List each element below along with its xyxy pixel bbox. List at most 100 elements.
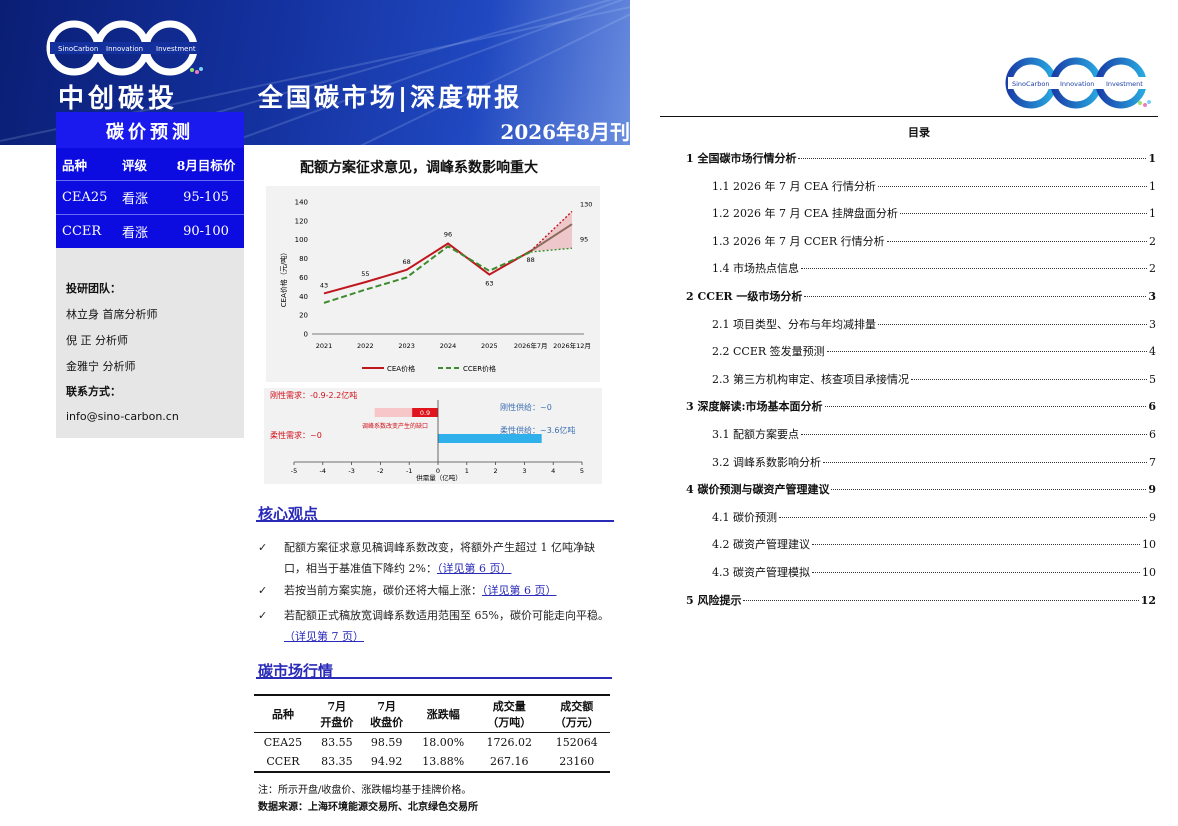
core-point-text: 若配额正式稿放宽调峰系数适用范围至 65%，碳价可能走向平稳。 [284, 609, 609, 622]
toc-entry-page: 4 [1149, 345, 1156, 359]
toc-entry-page: 10 [1142, 566, 1156, 579]
issue-date: 2026年8月刊 [500, 120, 630, 144]
core-point-link[interactable]: （详见第 7 页） [284, 630, 364, 643]
toc-entry-page: 5 [1149, 372, 1156, 386]
core-point: ✓ 若按当前方案实施，碳价还将大幅上涨：（详见第 6 页） [258, 580, 614, 601]
market-cell: 98.59 [370, 736, 403, 749]
x-tick-label: 2022 [357, 342, 374, 350]
rating-target: 90-100 [183, 224, 229, 239]
rating-row: CEA25 看涨 95-105 [56, 181, 244, 215]
toc-leader [812, 544, 1140, 546]
team-member: 金雅宁 分析师 [66, 360, 136, 373]
x-tick-label: 2025 [481, 342, 498, 350]
rating-header-product: 品种 [62, 157, 88, 173]
toc-entry[interactable]: 1.1 2026 年 7 月 CEA 行情分析 1 [712, 178, 1156, 194]
rigid-demand-label: 刚性需求：-0.9-2.2亿吨 [270, 390, 357, 400]
toc-leader [878, 323, 1147, 325]
market-cell: CCER [266, 755, 300, 768]
toc-entry[interactable]: 1.3 2026 年 7 月 CCER 行情分析 2 [712, 233, 1156, 249]
y-tick-label: 40 [299, 293, 308, 301]
market-header: 涨跌幅 [411, 696, 475, 733]
toc-leader [798, 158, 1147, 159]
toc-entry[interactable]: 4 碳价预测与碳资产管理建议 9 [686, 481, 1156, 497]
section-label-box: 碳价预测 [56, 112, 244, 148]
core-point-text: 若按当前方案实施，碳价还将大幅上涨： [284, 584, 482, 597]
rating-header-row: 品种 评级 8月目标价 [56, 148, 244, 181]
flexible-demand-label: 柔性需求：~0 [270, 430, 322, 440]
toc-entry[interactable]: 4.1 碳价预测 9 [712, 509, 1156, 525]
toc-entry-page: 6 [1148, 400, 1156, 414]
toc-entry-title: 5 风险提示 [686, 593, 742, 607]
team-member: 林立身 首席分析师 [66, 308, 158, 321]
toc-entry[interactable]: 2.1 项目类型、分布与年均减排量 3 [712, 316, 1156, 332]
toc-entry-page: 3 [1149, 317, 1156, 331]
toc-entry-title: 1.4 市场热点信息 [712, 262, 799, 276]
supply-demand-chart: 0.9 -5 -4 -3 -2 -1 0 1 2 3 4 5 刚性需求：-0.9-2.2亿吨 柔性需… [264, 388, 602, 484]
toc-entry[interactable]: 2.3 第三方机构审定、核查项目承接情况 5 [712, 371, 1156, 387]
toc-entry[interactable]: 3.2 调峰系数影响分析 7 [712, 454, 1156, 470]
table-row: CEA25 83.55 98.59 18.00% 1726.02 152064 [254, 733, 610, 753]
core-point: ✓ 配额方案征求意见稿调峰系数改变，将额外产生超过 1 亿吨净缺口，相当于基准值… [258, 537, 614, 579]
market-cell: 18.00% [422, 736, 465, 749]
x-tick-label: 3 [522, 467, 526, 475]
logo-text-2: Innovation [106, 45, 143, 53]
supply-demand-xlabel: 供需量（亿吨） [416, 473, 462, 482]
line-chart-ylabel: CEA价格（元/吨） [279, 249, 288, 307]
toc-entry-page: 7 [1149, 455, 1156, 469]
toc-entry[interactable]: 4.2 碳资产管理建议 10 [712, 536, 1156, 552]
x-tick-label: -4 [320, 467, 326, 475]
data-label: 55 [361, 270, 369, 278]
data-label: 95 [580, 235, 588, 243]
x-tick-label: 2 [494, 467, 498, 475]
toc-entry-page: 9 [1149, 510, 1156, 524]
toc-entry[interactable]: 2 CCER 一级市场分析 3 [686, 288, 1156, 304]
toc-entry-page: 1 [1148, 152, 1156, 165]
x-tick-label: 2024 [440, 342, 457, 350]
toc-entry-title: 1.3 2026 年 7 月 CCER 行情分析 [712, 234, 885, 248]
headline: 配额方案征求意见，调峰系数影响重大 [300, 160, 538, 176]
market-header: 品种 [254, 696, 312, 733]
toc-leader [823, 461, 1147, 463]
toc-entry[interactable]: 5 风险提示 12 [686, 592, 1156, 608]
x-tick-label: -3 [348, 467, 354, 475]
logo-text-1: SinoCarbon [58, 45, 98, 53]
flexible-supply-label: 柔性供给：~3.6亿吨 [500, 425, 575, 435]
y-tick-label: 140 [295, 199, 308, 207]
x-tick-label: 2021 [316, 342, 333, 350]
rating-product: CCER [62, 224, 102, 239]
toc-entry[interactable]: 4.3 碳资产管理模拟 10 [712, 564, 1156, 580]
market-cell: 94.92 [370, 755, 403, 768]
toc-entry[interactable]: 2.2 CCER 签发量预测 4 [712, 343, 1156, 359]
data-label: 88 [527, 256, 535, 264]
report-title: 全国碳市场|深度研报 [258, 83, 523, 112]
market-header: 成交额 （万元） [543, 696, 610, 733]
toc-leader [877, 185, 1147, 187]
market-header-row: 品种 7月 开盘价 7月 收盘价 涨跌幅 成交量 （万吨） 成交额 （万元） [254, 696, 610, 733]
toc-leader [831, 489, 1147, 491]
toc-title: 目录 [908, 126, 930, 139]
core-point-link[interactable]: （详见第 6 页） [437, 562, 512, 575]
toc-entry-page: 2 [1149, 262, 1156, 276]
toc-entry[interactable]: 3 深度解读:市场基本面分析 6 [686, 398, 1156, 414]
market-cell: 1726.02 [486, 736, 532, 749]
rating-row: CCER 看涨 90-100 [56, 215, 244, 249]
toc-leader [911, 378, 1147, 380]
toc-entry[interactable]: 1.4 市场热点信息 2 [712, 260, 1156, 276]
rating-value: 看涨 [122, 192, 149, 207]
toc-entry-page: 6 [1149, 428, 1156, 441]
toc-entry[interactable]: 1 全国碳市场行情分析 1 [686, 150, 1156, 166]
core-divider [256, 520, 614, 522]
toc-entry-page: 1 [1149, 207, 1156, 221]
toc-entry[interactable]: 3.1 配额方案要点 6 [712, 426, 1156, 442]
toc-leader [899, 213, 1147, 215]
bar-label: 0.9 [420, 409, 430, 417]
toc-entry[interactable]: 1.2 2026 年 7 月 CEA 挂牌盘面分析 1 [712, 205, 1156, 221]
toc-leader [801, 268, 1147, 270]
logo-text-3: Investment [156, 45, 196, 53]
core-point-link[interactable]: （详见第 6 页） [482, 584, 557, 597]
gap-note: 调峰系数改变产生的缺口 [362, 422, 428, 430]
cea-price-line-chart: 0 20 40 60 80 100 120 140 2021 2022 2023 2024 2025 20… [266, 186, 600, 382]
data-label: 68 [403, 258, 411, 266]
market-note: 注：所示开盘/收盘价、涨跌幅均基于挂牌价格。 [258, 785, 472, 796]
contact-email[interactable]: info@sino-carbon.cn [66, 410, 179, 423]
